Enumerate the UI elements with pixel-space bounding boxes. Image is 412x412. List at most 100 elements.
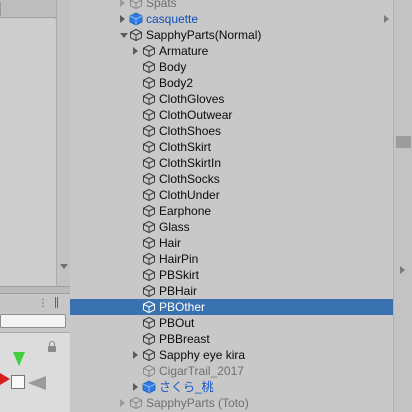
- gameobject-cube-icon: [143, 333, 155, 345]
- hierarchy-item[interactable]: PBOut: [70, 315, 393, 331]
- hierarchy-item-label: PBBreast: [159, 332, 210, 346]
- gameobject-cube-icon: [143, 61, 155, 73]
- inspector-panel: [0, 0, 56, 286]
- hierarchy-item[interactable]: SapphyParts(Normal): [70, 27, 393, 43]
- scene-view[interactable]: [0, 332, 70, 412]
- z-axis-gizmo-icon[interactable]: [28, 376, 46, 390]
- hierarchy-item-label: Armature: [159, 44, 209, 58]
- left-panel: ⋮: [0, 0, 70, 412]
- hierarchy-item[interactable]: ClothGloves: [70, 91, 393, 107]
- gameobject-cube-icon: [143, 45, 155, 57]
- hierarchy-item[interactable]: ClothOutwear: [70, 107, 393, 123]
- more-options-icon[interactable]: ⋮: [38, 298, 48, 309]
- hierarchy-item[interactable]: PBOther: [70, 299, 393, 315]
- hierarchy-item[interactable]: SapphyParts (Toto): [70, 395, 393, 411]
- hierarchy-item[interactable]: PBBreast: [70, 331, 393, 347]
- hierarchy-item[interactable]: ClothSkirt: [70, 139, 393, 155]
- hierarchy-item-label: HairPin: [159, 252, 199, 266]
- gameobject-cube-icon: [143, 77, 155, 89]
- hierarchy-scrollbar[interactable]: [393, 0, 412, 412]
- gameobject-cube-icon: [143, 317, 155, 329]
- hierarchy-item[interactable]: Body2: [70, 75, 393, 91]
- gameobject-cube-icon: [130, 29, 142, 41]
- lock-icon[interactable]: [48, 341, 56, 352]
- hierarchy-item[interactable]: Glass: [70, 219, 393, 235]
- scroll-down-arrow-icon[interactable]: [60, 264, 68, 269]
- hierarchy-item[interactable]: Spats: [70, 0, 393, 11]
- hierarchy-item[interactable]: Earphone: [70, 203, 393, 219]
- gameobject-cube-icon: [143, 141, 155, 153]
- hierarchy-item-label: ClothUnder: [159, 188, 220, 202]
- hierarchy-item-label: PBOut: [159, 316, 195, 330]
- prefab-cube-icon: [142, 380, 156, 394]
- prefab-cube-icon: [129, 12, 143, 26]
- chevron-right-icon[interactable]: [120, 0, 125, 7]
- gameobject-cube-icon: [143, 221, 155, 233]
- gameobject-cube-icon: [143, 365, 155, 377]
- hierarchy-item[interactable]: CigarTrail_2017: [70, 363, 393, 379]
- chevron-right-icon[interactable]: [384, 15, 389, 23]
- gameobject-cube-icon: [143, 157, 155, 169]
- hierarchy-item[interactable]: casquette: [70, 11, 393, 27]
- hierarchy-item[interactable]: Hair: [70, 235, 393, 251]
- hierarchy-item-label: Body: [159, 60, 187, 74]
- hierarchy-item-label: Body2: [159, 76, 194, 90]
- hierarchy-item-label: Spats: [146, 0, 177, 10]
- hierarchy-item[interactable]: Body: [70, 59, 393, 75]
- chevron-right-icon[interactable]: [133, 383, 138, 391]
- gameobject-cube-icon: [143, 237, 155, 249]
- hierarchy-item[interactable]: PBSkirt: [70, 267, 393, 283]
- hierarchy-tree: Spats casquette SapphyParts(Normal) Armatur…: [70, 0, 393, 412]
- chevron-right-icon[interactable]: [133, 47, 138, 55]
- scene-toolbar: ⋮: [0, 294, 70, 312]
- hierarchy-item[interactable]: Sapphy eye kira: [70, 347, 393, 363]
- y-axis-gizmo-icon[interactable]: [13, 352, 25, 366]
- hierarchy-item-label: ClothSkirt: [159, 140, 212, 154]
- chevron-right-icon[interactable]: [120, 399, 125, 407]
- hierarchy-item-label: ClothOutwear: [159, 108, 233, 122]
- panel-splitter[interactable]: [0, 286, 70, 294]
- hierarchy-item[interactable]: さくら_桃: [70, 379, 393, 395]
- gameobject-cube-icon: [143, 301, 155, 313]
- gameobject-cube-icon: [143, 269, 155, 281]
- hierarchy-item[interactable]: ClothSkirtIn: [70, 155, 393, 171]
- hierarchy-item-label: PBSkirt: [159, 268, 200, 282]
- gameobject-cube-icon: [143, 205, 155, 217]
- chevron-right-icon[interactable]: [400, 266, 405, 274]
- chevron-right-icon[interactable]: [133, 351, 138, 359]
- hierarchy-item-label: ClothGloves: [159, 92, 225, 106]
- inspector-scrollbar[interactable]: [56, 0, 70, 286]
- scene-search-input[interactable]: [0, 314, 66, 328]
- gameobject-cube-icon: [143, 253, 155, 265]
- hierarchy-item[interactable]: Armature: [70, 43, 393, 59]
- hierarchy-item-label: Sapphy eye kira: [159, 348, 246, 362]
- hierarchy-item-label: ClothSkirtIn: [159, 156, 222, 170]
- hierarchy-item-label: PBHair: [159, 284, 198, 298]
- hierarchy-item-label: SapphyParts (Toto): [146, 396, 249, 410]
- hierarchy-item-label: Hair: [159, 236, 182, 250]
- hierarchy-item[interactable]: ClothSocks: [70, 171, 393, 187]
- gameobject-cube-icon: [143, 125, 155, 137]
- scrollbar-thumb[interactable]: [396, 136, 411, 148]
- gameobject-cube-icon: [143, 349, 155, 361]
- gizmo-center-cube-icon[interactable]: [11, 375, 25, 389]
- hierarchy-item[interactable]: ClothUnder: [70, 187, 393, 203]
- hierarchy-item[interactable]: HairPin: [70, 251, 393, 267]
- hierarchy-item-label: さくら_桃: [159, 380, 214, 394]
- inspector-header: [0, 0, 56, 18]
- gameobject-cube-icon: [143, 93, 155, 105]
- hierarchy-item-label: Earphone: [159, 204, 212, 218]
- hierarchy-item-label: CigarTrail_2017: [159, 364, 244, 378]
- x-axis-gizmo-icon[interactable]: [0, 373, 10, 385]
- gameobject-cube-icon: [143, 173, 155, 185]
- hierarchy-item[interactable]: ClothShoes: [70, 123, 393, 139]
- hierarchy-item[interactable]: PBHair: [70, 283, 393, 299]
- inspector-body: [0, 19, 56, 286]
- pause-icon[interactable]: [55, 297, 58, 308]
- chevron-right-icon[interactable]: [120, 15, 125, 23]
- hierarchy-item-label: casquette: [146, 12, 199, 26]
- gameobject-cube-icon: [130, 397, 142, 409]
- chevron-down-icon[interactable]: [120, 33, 128, 38]
- gameobject-cube-icon: [143, 189, 155, 201]
- hierarchy-item-label: PBOther: [159, 300, 206, 314]
